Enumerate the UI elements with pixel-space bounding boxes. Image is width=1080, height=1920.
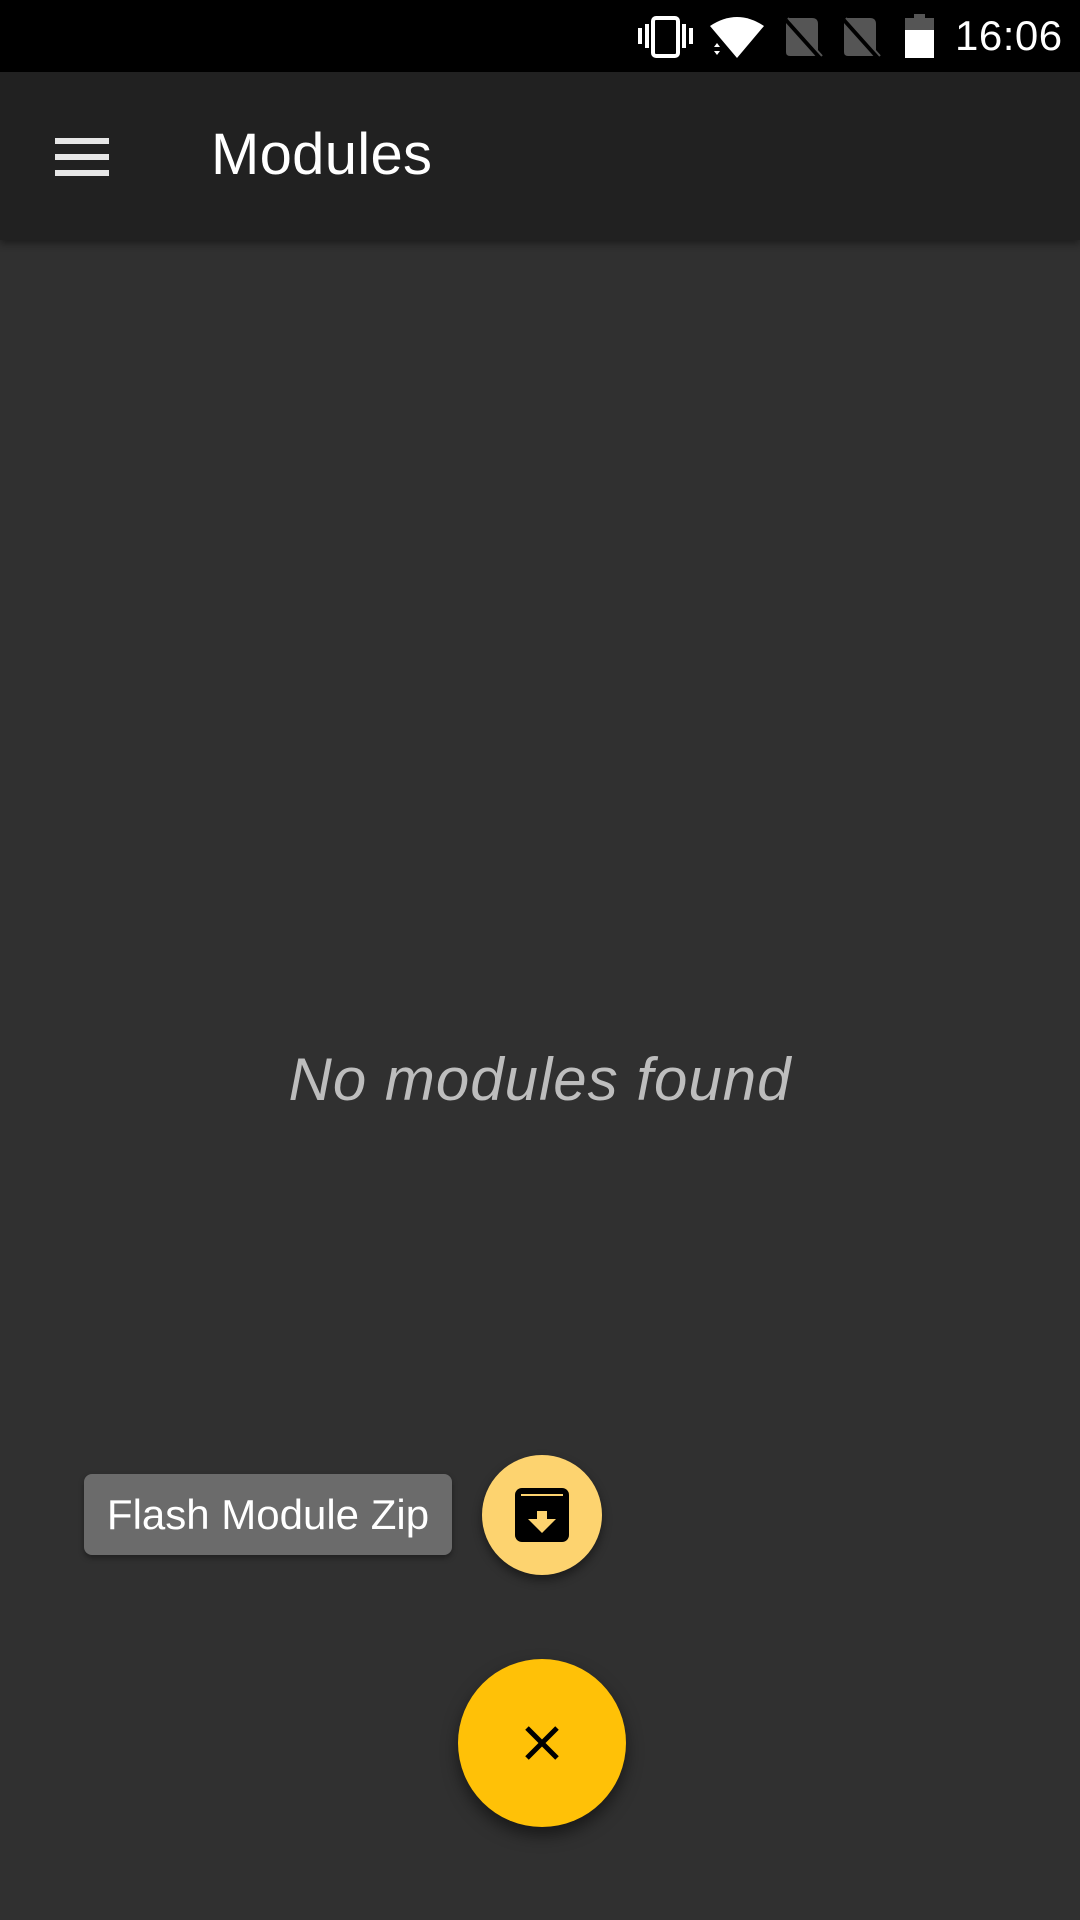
page-title: Modules bbox=[211, 122, 433, 187]
no-sim-icon bbox=[842, 17, 881, 58]
flash-module-zip-label[interactable]: Flash Module Zip bbox=[84, 1474, 452, 1555]
close-icon bbox=[525, 1726, 559, 1760]
app-toolbar: Modules bbox=[0, 72, 1080, 240]
vibrate-icon bbox=[638, 16, 693, 58]
status-bar: 16:06 bbox=[0, 0, 1080, 72]
battery-icon bbox=[905, 14, 934, 58]
archive-download-icon bbox=[515, 1488, 569, 1542]
empty-state-message: No modules found bbox=[288, 1046, 792, 1113]
hamburger-menu-icon[interactable] bbox=[30, 114, 114, 198]
wifi-icon bbox=[710, 17, 764, 58]
clock: 16:06 bbox=[955, 12, 1063, 59]
no-sim-icon bbox=[784, 17, 823, 58]
close-fab-menu-button[interactable] bbox=[458, 1659, 626, 1827]
flash-module-zip-button[interactable] bbox=[482, 1455, 602, 1575]
